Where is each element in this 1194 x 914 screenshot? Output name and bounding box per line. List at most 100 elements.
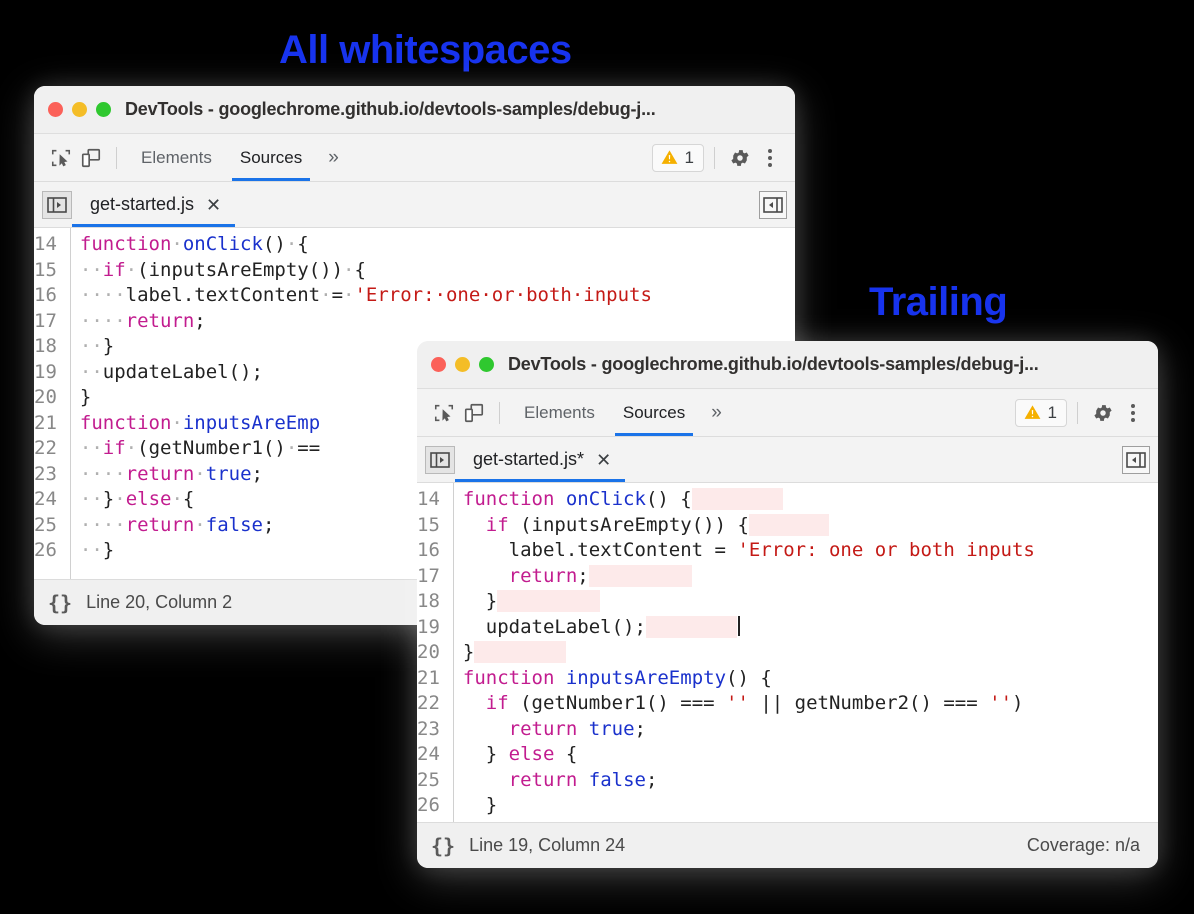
warning-count: 1 (1048, 403, 1057, 423)
pretty-print-icon[interactable]: {} (48, 591, 72, 615)
code-token: } (463, 641, 474, 663)
line-number: 22 (417, 691, 453, 717)
kebab-icon[interactable] (755, 143, 785, 173)
code-token: onClick (183, 233, 263, 255)
maximize-window-button[interactable] (479, 357, 494, 372)
kebab-icon[interactable] (1118, 398, 1148, 428)
code-token (554, 488, 565, 510)
close-window-button[interactable] (48, 102, 63, 117)
line-number-gutter: 14151617181920212223242526 (417, 483, 454, 822)
code-token: return (509, 718, 578, 740)
code-token: } (463, 794, 497, 816)
code-line[interactable]: return false; (463, 768, 1158, 794)
code-token: ; (252, 463, 263, 485)
code-line[interactable]: } (463, 793, 1158, 819)
inspect-cursor-icon[interactable] (46, 143, 76, 173)
code-token: return (509, 769, 578, 791)
code-line[interactable]: ····return; (80, 309, 795, 335)
device-toolbar-icon[interactable] (459, 398, 489, 428)
devtools-toolbar: Elements Sources » 1 (417, 389, 1158, 437)
code-token: true (206, 463, 252, 485)
code-token (463, 692, 486, 714)
code-token: function (463, 488, 555, 510)
tab-sources[interactable]: Sources (609, 389, 699, 436)
code-line[interactable]: function inputsAreEmpty() { (463, 666, 1158, 692)
code-line[interactable]: updateLabel(); (463, 615, 1158, 641)
file-tab-label: get-started.js (90, 194, 194, 215)
tab-sources[interactable]: Sources (226, 134, 316, 181)
devtools-toolbar: Elements Sources » 1 (34, 134, 795, 182)
code-token (463, 718, 509, 740)
warning-badge[interactable]: 1 (1015, 399, 1067, 427)
warning-badge[interactable]: 1 (652, 144, 704, 172)
code-token: · (171, 412, 182, 434)
code-token: inputsAreEmp (183, 412, 320, 434)
code-token: '' (989, 692, 1012, 714)
code-token: return (126, 514, 195, 536)
code-line[interactable]: } (463, 589, 1158, 615)
line-number: 20 (417, 640, 453, 666)
show-debugger-sidebar-icon[interactable] (759, 191, 787, 219)
code-token: if (486, 692, 509, 714)
code-token: ·· (80, 259, 103, 281)
code-token: ; (646, 769, 657, 791)
file-tab-get-started[interactable]: get-started.js ✕ (72, 182, 235, 227)
code-token: if (103, 437, 126, 459)
code-token: onClick (566, 488, 646, 510)
gear-icon[interactable] (725, 143, 755, 173)
tab-elements[interactable]: Elements (127, 134, 226, 181)
code-token: · (286, 233, 297, 255)
traffic-lights (431, 357, 494, 372)
code-line[interactable]: function onClick() { (463, 487, 1158, 513)
code-token: ·· (80, 361, 103, 383)
close-icon[interactable]: ✕ (206, 196, 221, 214)
code-token: label.textContent (126, 284, 320, 306)
code-line[interactable]: } else { (463, 742, 1158, 768)
code-line[interactable]: label.textContent = 'Error: one or both … (463, 538, 1158, 564)
show-navigator-icon[interactable] (42, 191, 72, 219)
code-line[interactable]: if (inputsAreEmpty()) { (463, 513, 1158, 539)
line-number: 19 (417, 615, 453, 641)
line-number: 23 (34, 462, 70, 488)
code-line[interactable]: if (getNumber1() === '' || getNumber2() … (463, 691, 1158, 717)
screenshot-root: All whitespaces Trailing DevTools - goog… (0, 0, 1194, 914)
code-token: = (332, 284, 343, 306)
gear-icon[interactable] (1088, 398, 1118, 428)
show-debugger-sidebar-icon[interactable] (1122, 446, 1150, 474)
code-content[interactable]: function onClick() { if (inputsAreEmpty(… (454, 483, 1158, 822)
code-token: · (194, 514, 205, 536)
warning-triangle-icon (660, 148, 679, 167)
close-window-button[interactable] (431, 357, 446, 372)
code-line[interactable]: ····label.textContent·=·'Error:·one·or·b… (80, 283, 795, 309)
code-token: (getNumber1() === (509, 692, 726, 714)
panel-tabs: Elements Sources (510, 389, 699, 436)
code-line[interactable]: return; (463, 564, 1158, 590)
code-line[interactable]: return true; (463, 717, 1158, 743)
line-number: 25 (34, 513, 70, 539)
pretty-print-icon[interactable]: {} (431, 834, 455, 858)
code-line[interactable]: } (463, 640, 1158, 666)
more-panels-chevron-icon[interactable]: » (316, 147, 351, 169)
close-icon[interactable]: ✕ (596, 451, 611, 469)
cursor-position: Line 19, Column 24 (469, 835, 625, 856)
line-number: 14 (34, 232, 70, 258)
device-toolbar-icon[interactable] (76, 143, 106, 173)
minimize-window-button[interactable] (455, 357, 470, 372)
code-token: } (80, 386, 91, 408)
code-token: · (114, 488, 125, 510)
code-line[interactable]: function·onClick()·{ (80, 232, 795, 258)
code-token: () { (726, 667, 772, 689)
code-token: (getNumber1() (137, 437, 286, 459)
code-token (589, 565, 692, 587)
more-panels-chevron-icon[interactable]: » (699, 402, 734, 424)
minimize-window-button[interactable] (72, 102, 87, 117)
code-token: () { (646, 488, 692, 510)
show-navigator-icon[interactable] (425, 446, 455, 474)
code-line[interactable]: ··if·(inputsAreEmpty())·{ (80, 258, 795, 284)
code-token: false (589, 769, 646, 791)
file-tab-get-started[interactable]: get-started.js* ✕ (455, 437, 625, 482)
maximize-window-button[interactable] (96, 102, 111, 117)
code-editor[interactable]: 14151617181920212223242526 function onCl… (417, 483, 1158, 822)
tab-elements[interactable]: Elements (510, 389, 609, 436)
inspect-cursor-icon[interactable] (429, 398, 459, 428)
